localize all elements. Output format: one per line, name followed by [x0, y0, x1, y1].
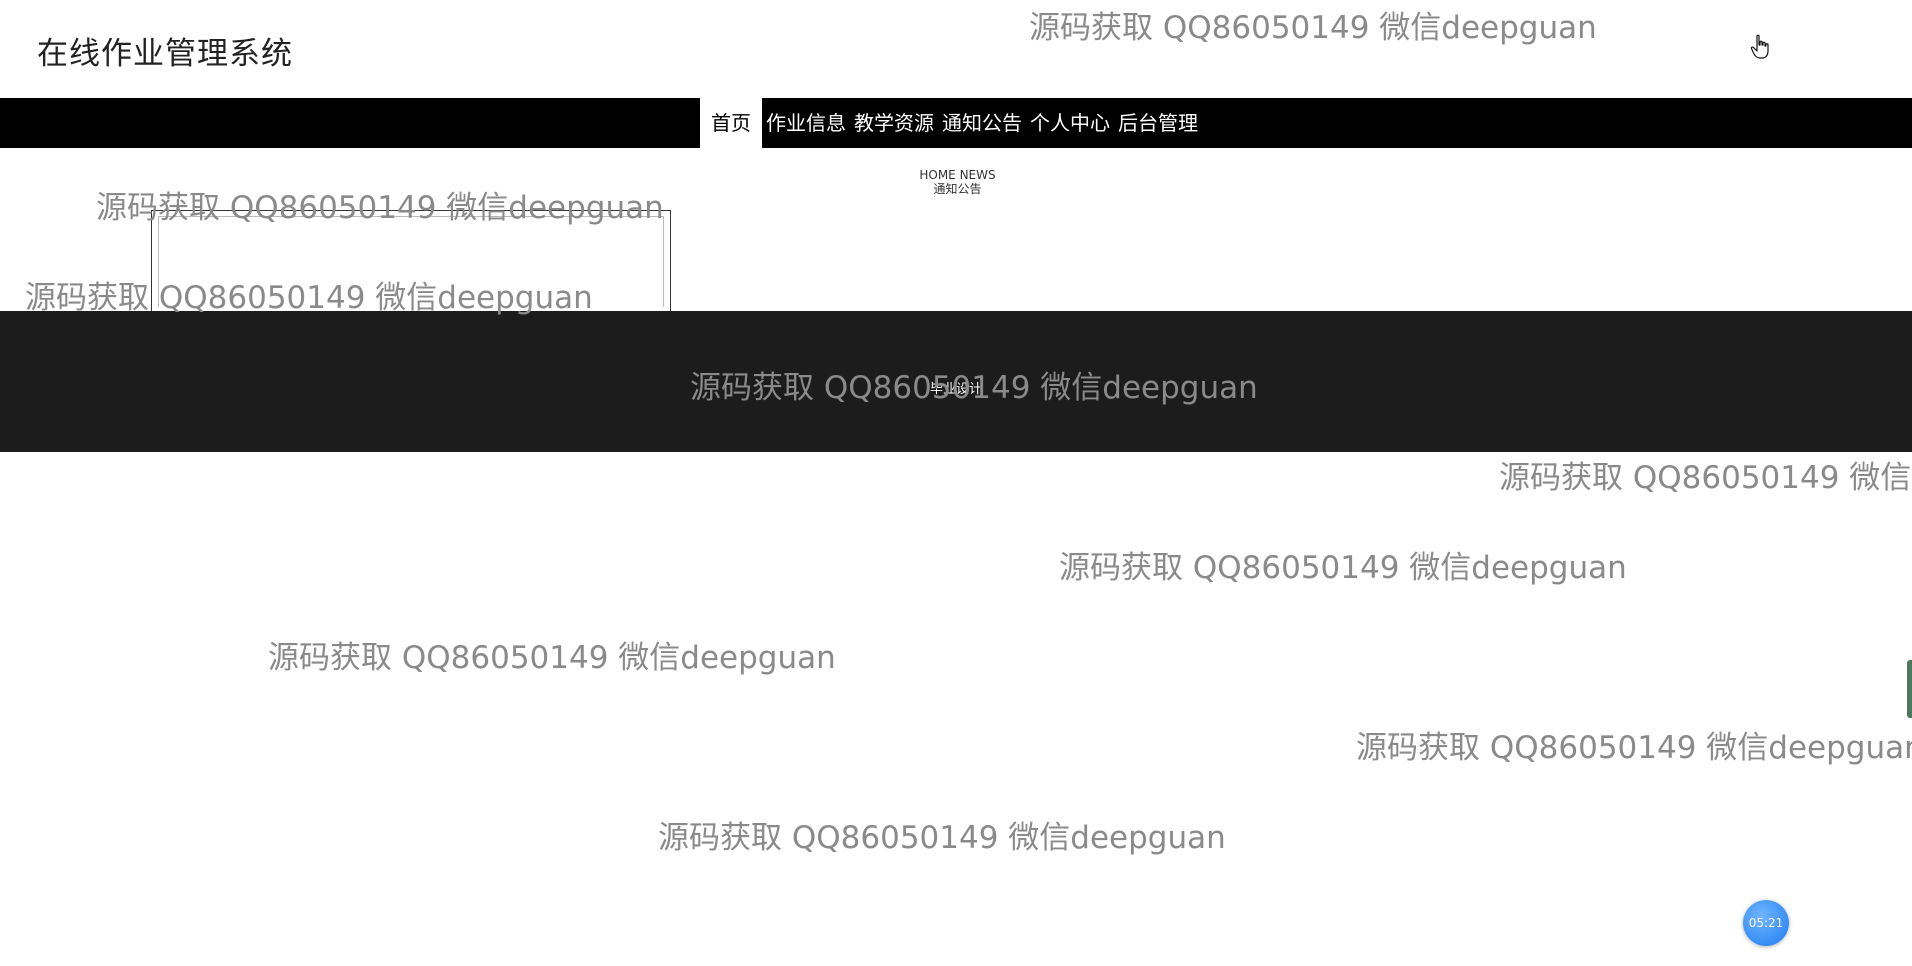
- news-section-heading: HOME NEWS 通知公告: [880, 168, 1035, 196]
- hand-pointer-icon: [1750, 34, 1769, 59]
- watermark-text: 源码获取 QQ86050149 微信deepguan: [268, 640, 836, 676]
- watermark-text: 源码获取 QQ86050149 微信deepguan: [658, 820, 1226, 856]
- nav-item-announcements[interactable]: 通知公告: [938, 98, 1026, 148]
- side-tab-handle[interactable]: [1907, 660, 1912, 718]
- nav-item-admin[interactable]: 后台管理: [1114, 98, 1202, 148]
- nav-item-homework-info[interactable]: 作业信息: [762, 98, 850, 148]
- nav-item-home[interactable]: 首页: [700, 98, 762, 148]
- watermark-text: 源码获取 QQ86050149 微信deepguan: [1059, 550, 1627, 586]
- news-heading-cn: 通知公告: [933, 182, 982, 196]
- nav-item-personal-center[interactable]: 个人中心: [1026, 98, 1114, 148]
- banner-text: 毕业设计: [929, 382, 982, 397]
- watermark-text: 源码获取 QQ86050149 微信deepguan: [1499, 460, 1912, 496]
- news-image-frame-inner: [158, 216, 664, 307]
- watermark-text: 源码获取 QQ86050149 微信deepguan: [1356, 730, 1912, 766]
- site-header: 在线作业管理系统: [0, 0, 1912, 98]
- site-title[interactable]: 在线作业管理系统: [37, 28, 293, 73]
- timer-badge[interactable]: 05:21: [1743, 900, 1789, 946]
- nav-item-teaching-resources[interactable]: 教学资源: [850, 98, 938, 148]
- main-navbar: 首页 作业信息 教学资源 通知公告 个人中心 后台管理: [0, 98, 1912, 148]
- news-heading-en: HOME NEWS: [919, 168, 996, 182]
- nav-menu: 首页 作业信息 教学资源 通知公告 个人中心 后台管理: [700, 98, 1202, 148]
